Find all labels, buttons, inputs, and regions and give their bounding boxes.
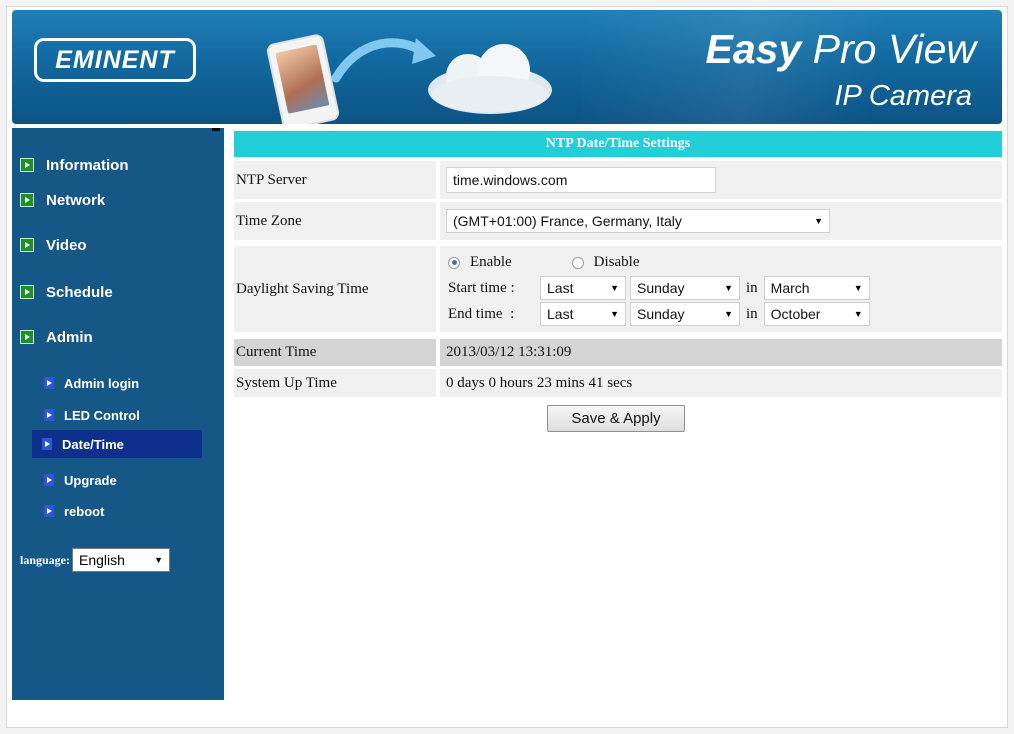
end-day-value: Sunday xyxy=(637,306,685,322)
sidebar-notch xyxy=(212,128,220,131)
sidebar-item-schedule[interactable]: Schedule xyxy=(20,281,113,303)
panel-title: NTP Date/Time Settings xyxy=(234,131,1002,157)
sidebar-subitem-upgrade[interactable]: Upgrade xyxy=(34,468,204,492)
start-month-select[interactable]: March ▼ xyxy=(763,276,870,300)
end-month-select[interactable]: October ▼ xyxy=(763,302,870,326)
time-zone-select[interactable]: (GMT+01:00) France, Germany, Italy ▼ xyxy=(446,209,830,233)
sidebar-item-label: Video xyxy=(46,236,87,254)
language-select[interactable]: English ▼ xyxy=(72,548,171,572)
brand-subtitle: IP Camera xyxy=(834,80,972,112)
chevron-down-icon: ▼ xyxy=(154,555,164,565)
daylight-saving-cell: Enable Disable Start time : Last ▼ Sunda… xyxy=(440,246,1002,332)
current-time-value: 2013/03/12 13:31:09 xyxy=(440,339,1002,366)
time-zone-row: Time Zone (GMT+01:00) France, Germany, I… xyxy=(234,202,1002,240)
sidebar: Information Network Video Schedule Admin… xyxy=(12,128,224,700)
cloud-icon xyxy=(428,44,552,114)
ntp-server-value: time.windows.com xyxy=(453,172,568,188)
phone-photo xyxy=(275,44,330,114)
chevron-down-icon: ▼ xyxy=(724,283,733,293)
current-time-label: Current Time xyxy=(234,339,436,366)
dst-start-time: Start time : Last ▼ Sunday ▼ in March ▼ xyxy=(448,276,870,300)
start-time-label: Start time : xyxy=(448,279,515,296)
chevron-down-icon: ▼ xyxy=(724,309,733,319)
language-label: language: xyxy=(20,552,71,567)
chevron-down-icon: ▼ xyxy=(853,309,863,319)
end-week-select[interactable]: Last ▼ xyxy=(540,302,626,326)
chevron-down-icon: ▼ xyxy=(610,309,619,319)
sidebar-item-video[interactable]: Video xyxy=(20,234,87,256)
eminent-logo: EMINENT xyxy=(34,38,196,82)
chevron-down-icon: ▼ xyxy=(853,283,863,293)
bullet-arrow-icon xyxy=(42,438,52,450)
dst-enable-label: Enable xyxy=(470,254,512,270)
chevron-down-icon: ▼ xyxy=(610,283,619,293)
start-day-value: Sunday xyxy=(637,280,685,296)
sidebar-subitem-label: reboot xyxy=(64,503,105,519)
sidebar-item-information[interactable]: Information xyxy=(20,154,129,176)
end-day-select[interactable]: Sunday ▼ xyxy=(630,302,740,326)
end-in-label: in xyxy=(746,305,758,322)
sidebar-subitem-label: Upgrade xyxy=(64,472,117,488)
bullet-arrow-icon xyxy=(44,409,54,421)
dst-mode: Enable Disable xyxy=(448,254,639,271)
time-zone-cell: (GMT+01:00) France, Germany, Italy ▼ xyxy=(440,202,1002,240)
bullet-arrow-icon xyxy=(44,474,54,486)
sidebar-subitem-label: LED Control xyxy=(64,407,140,423)
bullet-arrow-icon xyxy=(20,330,34,344)
sidebar-subitem-label: Admin login xyxy=(64,375,140,391)
start-in-label: in xyxy=(746,279,758,296)
end-week-value: Last xyxy=(547,306,574,322)
ntp-server-label: NTP Server xyxy=(234,161,436,199)
bullet-arrow-icon xyxy=(20,238,34,252)
start-day-select[interactable]: Sunday ▼ xyxy=(630,276,740,300)
save-apply-button[interactable]: Save & Apply xyxy=(547,405,685,432)
sidebar-item-label: Information xyxy=(46,156,129,174)
ntp-server-input[interactable]: time.windows.com xyxy=(446,167,716,193)
uptime-label: System Up Time xyxy=(234,369,436,397)
sidebar-subitem-admin-login[interactable]: Admin login xyxy=(34,371,204,395)
chevron-down-icon: ▼ xyxy=(814,216,823,226)
daylight-saving-row: Daylight Saving Time Enable Disable Star… xyxy=(234,246,1002,332)
bullet-arrow-icon xyxy=(20,158,34,172)
daylight-saving-label: Daylight Saving Time xyxy=(234,246,436,332)
start-week-value: Last xyxy=(547,280,574,296)
sidebar-subitem-led-control[interactable]: LED Control xyxy=(34,403,204,427)
bullet-arrow-icon xyxy=(44,505,54,517)
bullet-arrow-icon xyxy=(20,285,34,299)
sidebar-subitem-reboot[interactable]: reboot xyxy=(34,499,204,523)
language-value: English xyxy=(79,552,125,568)
bullet-arrow-icon xyxy=(20,193,34,207)
end-month-value: October xyxy=(770,306,821,322)
dst-end-time: End time : Last ▼ Sunday ▼ in October ▼ xyxy=(448,302,870,326)
language-selector: language: English ▼ xyxy=(20,548,171,572)
uptime-value: 0 days 0 hours 23 mins 41 secs xyxy=(440,369,1002,397)
time-zone-label: Time Zone xyxy=(234,202,436,240)
sidebar-item-label: Admin xyxy=(46,328,93,346)
dst-enable-radio[interactable] xyxy=(448,256,460,269)
sidebar-item-label: Schedule xyxy=(46,283,113,301)
time-zone-value: (GMT+01:00) France, Germany, Italy xyxy=(453,213,682,229)
uptime-row: System Up Time 0 days 0 hours 23 mins 41… xyxy=(234,369,1002,397)
sidebar-item-network[interactable]: Network xyxy=(20,189,105,211)
sidebar-subitem-date-time[interactable]: Date/Time xyxy=(32,430,202,458)
start-month-value: March xyxy=(770,280,810,296)
dst-disable-radio[interactable] xyxy=(571,256,584,269)
current-time-row: Current Time 2013/03/12 13:31:09 xyxy=(234,339,1002,366)
header-banner: EMINENT Easy Pro View IP Camera xyxy=(12,10,1002,124)
brand-title: Easy Pro View xyxy=(705,26,976,72)
sidebar-item-admin[interactable]: Admin xyxy=(20,326,93,348)
bullet-arrow-icon xyxy=(44,377,54,389)
sidebar-item-label: Network xyxy=(46,191,106,209)
ntp-server-cell: time.windows.com xyxy=(440,161,1002,199)
end-time-label: End time : xyxy=(448,305,515,322)
sidebar-subitem-label: Date/Time xyxy=(62,436,124,452)
start-week-select[interactable]: Last ▼ xyxy=(540,276,626,300)
ntp-server-row: NTP Server time.windows.com xyxy=(234,161,1002,199)
dst-disable-label: Disable xyxy=(593,254,640,270)
